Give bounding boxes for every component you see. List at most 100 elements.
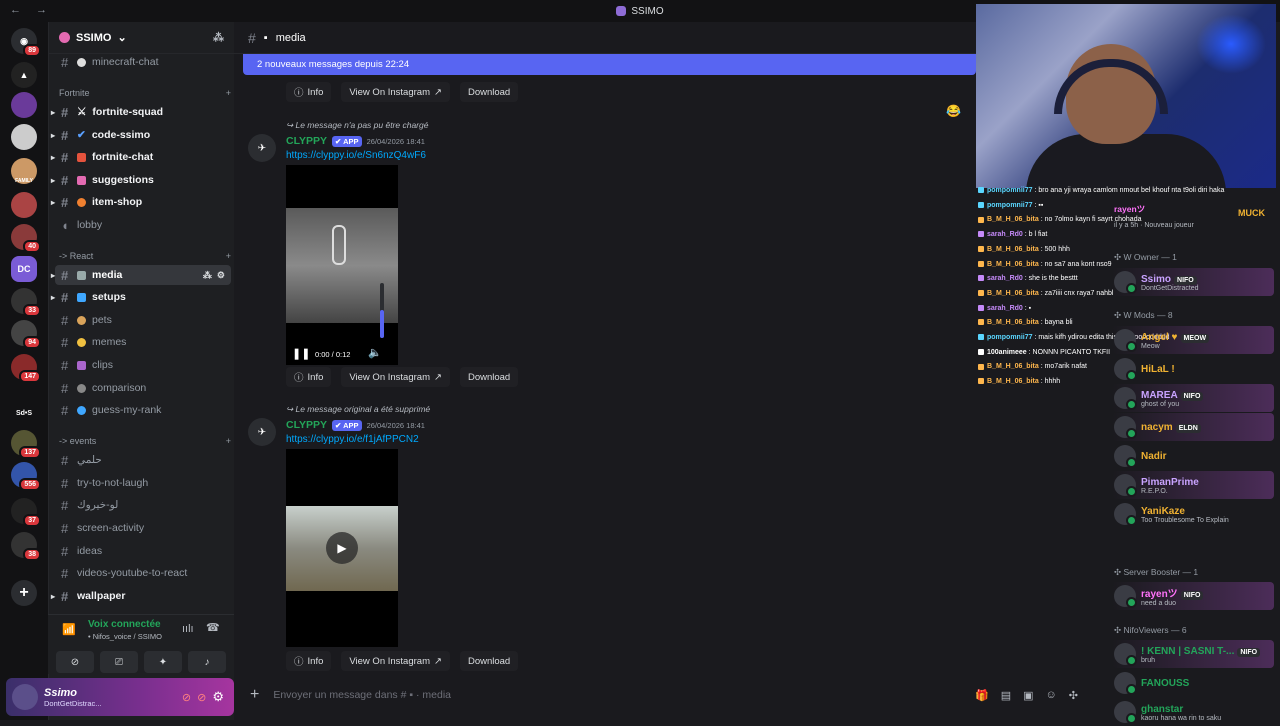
gear-icon[interactable]: ⚙ [217, 270, 225, 281]
view-instagram-button[interactable]: View On Instagram ↗ [341, 82, 450, 102]
pause-icon[interactable]: ❚❚ [292, 347, 310, 360]
member-row[interactable]: nacym ELDN [1112, 413, 1274, 441]
server-icon[interactable]: 94 [11, 320, 41, 349]
avatar[interactable] [1114, 387, 1137, 410]
member-row[interactable]: YaniKaze Too Troublesome To Explain [1112, 500, 1274, 528]
member-row[interactable]: PimanPrime R.E.P.O. [1112, 471, 1274, 499]
voice-channel[interactable]: • Nifos_voice / SSIMO [88, 632, 162, 641]
download-button[interactable]: Download [459, 651, 519, 671]
avatar[interactable] [1114, 672, 1137, 695]
video-player[interactable]: ▶ [286, 449, 398, 647]
avatar[interactable] [1114, 416, 1137, 439]
member-row[interactable]: MAREA NIFO ghost of you [1112, 384, 1274, 412]
channel-comparison[interactable]: # comparison [55, 378, 231, 398]
add-channel-icon[interactable]: + [226, 251, 231, 261]
bot-avatar[interactable]: ✈ [248, 418, 276, 446]
server-icon[interactable]: 38 [11, 532, 41, 561]
add-server-icon[interactable]: + [11, 580, 37, 606]
new-messages-bar[interactable]: 2 nouveaux messages depuis 22:24 [243, 54, 976, 75]
member-row[interactable]: ! KENN | SASNI T-... NIFO bruh [1112, 640, 1274, 668]
member-row[interactable]: FANOUSS [1112, 669, 1274, 697]
apps-icon[interactable]: ✣ [1069, 689, 1078, 702]
gif-icon[interactable]: ▤ [1001, 689, 1011, 702]
message-link[interactable]: https://clyppy.io/e/f1jAfPPCN2 [286, 434, 419, 445]
reply-preview[interactable]: ↪ Le message n'a pas pu être chargé [286, 120, 428, 131]
channel-videos-youtube-to-react[interactable]: # videos-youtube-to-react [55, 563, 231, 583]
download-button[interactable]: Download [459, 82, 519, 102]
channel-fortnite-squad[interactable]: ▸ # ⚔ fortnite-squad [51, 102, 231, 122]
avatar[interactable] [1114, 585, 1137, 608]
avatar[interactable] [1114, 503, 1137, 526]
gear-icon[interactable]: ⚙ [212, 689, 224, 705]
channel-item-shop[interactable]: ▸ # item-shop [51, 192, 231, 212]
member-row[interactable]: ghanstar kaoru hana wa rin to saku [1112, 698, 1274, 726]
channel-media[interactable]: ▸ # media ⁂ ⚙ [51, 265, 231, 285]
add-channel-icon[interactable]: + [226, 436, 231, 446]
member-row[interactable]: Ssimo NIFO DontGetDistracted [1112, 268, 1274, 296]
message-composer[interactable]: + Envoyer un message dans # ▪ · media 🎁 ▤… [250, 684, 1096, 706]
author-name[interactable]: CLYPPY [286, 135, 327, 147]
member-row[interactable]: Angel ♥ MEOW Meow [1112, 326, 1274, 354]
back-forward-arrows[interactable]: ← → [10, 4, 53, 16]
server-icon[interactable]: DC [11, 256, 37, 282]
server-icon[interactable]: Sd•S [11, 400, 37, 426]
channel-minecraft-chat[interactable]: # minecraft-chat [55, 52, 231, 72]
channel-guess-my-rank[interactable]: # guess-my-rank [55, 400, 231, 420]
channel-wallpaper[interactable]: ▸ # wallpaper [51, 586, 231, 606]
channel-ideas[interactable]: # ideas [55, 541, 231, 561]
play-icon[interactable]: ▶ [326, 532, 358, 564]
channel-memes[interactable]: # memes [55, 332, 231, 352]
author-name[interactable]: CLYPPY [286, 419, 327, 431]
download-button[interactable]: Download [459, 367, 519, 387]
category-react[interactable]: -> React + [59, 251, 231, 261]
invite-icon[interactable]: ⁂ [203, 270, 212, 281]
mic-muted-icon[interactable]: ⊘ [182, 691, 191, 704]
channel-pets[interactable]: # pets [55, 310, 231, 330]
noise-suppression-icon[interactable]: ıılı [182, 623, 194, 635]
server-icon[interactable]: 137 [11, 430, 41, 459]
info-button[interactable]: ⓘ Info [286, 82, 332, 102]
add-channel-icon[interactable]: + [226, 88, 231, 98]
avatar[interactable] [1114, 358, 1137, 381]
member-row[interactable]: HiLaL ! [1112, 355, 1274, 383]
avatar[interactable] [1114, 643, 1137, 666]
reaction-emoji-icon[interactable]: 😂 [946, 104, 961, 118]
server-icon[interactable]: ▲ [11, 62, 37, 88]
info-button[interactable]: ⓘ Info [286, 367, 332, 387]
server-icon[interactable]: 556 [11, 462, 41, 491]
bot-avatar[interactable]: ✈ [248, 134, 276, 162]
emoji-icon[interactable]: ☺ [1046, 689, 1057, 702]
channel-lobby[interactable]: ◖ lobby [55, 215, 231, 235]
channel-screen-activity[interactable]: # screen-activity [55, 518, 231, 538]
channel-suggestions[interactable]: ▸ # suggestions [51, 170, 231, 190]
avatar[interactable] [1114, 329, 1137, 352]
avatar[interactable] [1114, 271, 1137, 294]
volume-icon[interactable]: 🔈 [368, 346, 382, 359]
server-header[interactable]: SSIMO ⌄ ⁂ [49, 22, 234, 54]
gift-icon[interactable]: 🎁 [975, 689, 989, 702]
message-input[interactable]: Envoyer un message dans # ▪ · media [273, 689, 451, 701]
category-fortnite[interactable]: Fortnite + [59, 88, 231, 98]
message-link[interactable]: https://clyppy.io/e/Sn6nzQ4wF6 [286, 150, 426, 161]
channel-setups[interactable]: ▸ # setups [51, 287, 231, 307]
member-row[interactable]: rayenツ NIFO need a duo [1112, 582, 1274, 610]
avatar[interactable] [1114, 474, 1137, 497]
channel-fortnite-chat[interactable]: ▸ # fortnite-chat [51, 147, 231, 167]
server-icon[interactable]: 37 [11, 498, 41, 527]
user-panel[interactable]: Ssimo DontGetDistrac... ⊘ ⊘ ⚙ [6, 678, 234, 716]
server-icon[interactable]: 147 [11, 354, 41, 383]
server-icon[interactable]: FAMILY [11, 158, 37, 184]
channel-helmi[interactable]: # حلمي [55, 450, 231, 470]
volume-slider[interactable] [380, 283, 384, 338]
server-icon[interactable] [11, 192, 37, 218]
channel-lo-khirouk[interactable]: # لو-خيروك [55, 495, 231, 515]
server-icon[interactable] [11, 92, 37, 118]
reply-preview[interactable]: ↪ Le message original a été supprimé [286, 404, 430, 415]
disconnect-icon[interactable]: ☎ [206, 621, 220, 634]
avatar[interactable] [1114, 445, 1137, 468]
server-icon[interactable]: 33 [11, 288, 41, 317]
add-member-icon[interactable]: ⁂ [213, 31, 224, 44]
channel-clips[interactable]: # clips [55, 355, 231, 375]
headphones-muted-icon[interactable]: ⊘ [197, 691, 206, 704]
attach-plus-icon[interactable]: + [250, 686, 259, 704]
